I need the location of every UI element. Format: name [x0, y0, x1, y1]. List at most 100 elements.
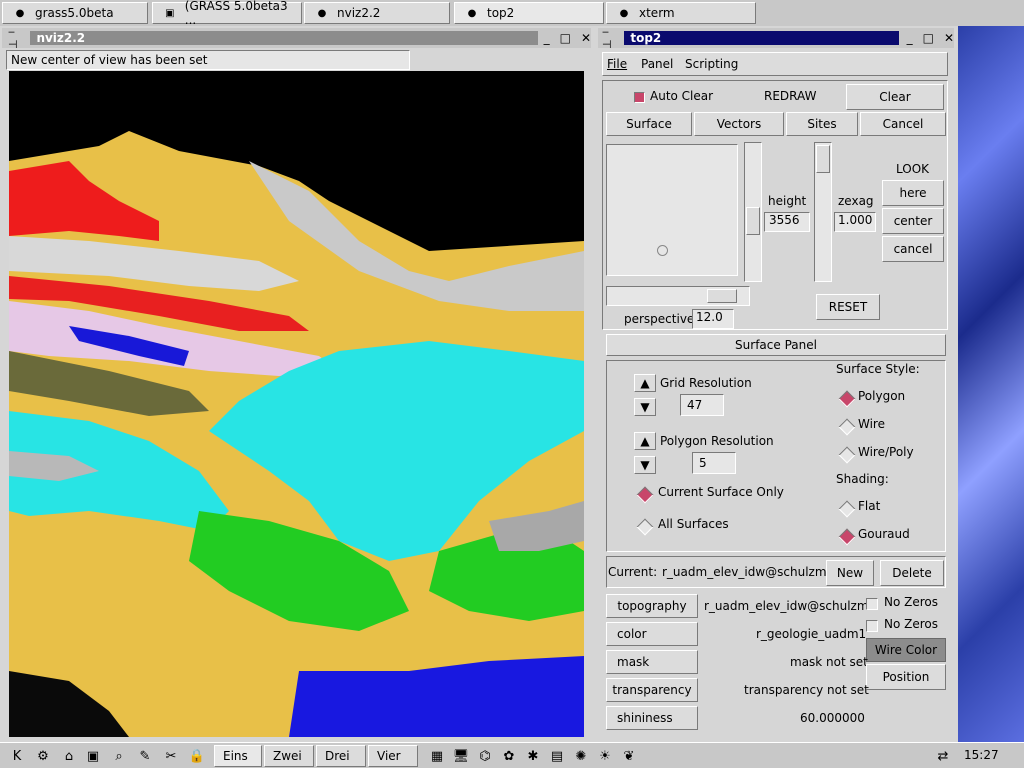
- height-slider[interactable]: [744, 142, 762, 282]
- mask-button[interactable]: mask: [606, 650, 698, 674]
- terminal-icon[interactable]: ▣: [84, 747, 102, 765]
- home-icon[interactable]: ⌂: [60, 747, 78, 765]
- zexag-field[interactable]: 1.000: [834, 212, 876, 232]
- settings-icon[interactable]: ⚙: [34, 747, 52, 765]
- terrain-viewport[interactable]: [9, 71, 584, 737]
- style-wire-label: Wire: [858, 417, 885, 431]
- tools-icon[interactable]: ✂: [162, 747, 180, 765]
- perspective-slider-thumb[interactable]: [707, 289, 737, 303]
- poly-res-value: 5: [699, 456, 707, 470]
- menu-scripting[interactable]: Scripting: [685, 57, 738, 71]
- color-button[interactable]: color: [606, 622, 698, 646]
- transparency-value: transparency not set: [744, 683, 869, 697]
- grid-res-up-button[interactable]: ▲: [634, 374, 656, 392]
- network-status-icon[interactable]: ⇄: [934, 747, 952, 765]
- vectors-button[interactable]: Vectors: [694, 112, 784, 136]
- topography-button[interactable]: topography: [606, 594, 698, 618]
- top2-titlebar[interactable]: ‒⊣ top2 _ □ ✕: [598, 25, 954, 51]
- no-zeros-checkbox-1[interactable]: [866, 598, 878, 610]
- height-slider-thumb[interactable]: [746, 207, 760, 235]
- surface-button[interactable]: Surface: [606, 112, 692, 136]
- lock-icon[interactable]: 🔒: [188, 747, 206, 765]
- search-icon[interactable]: ⌕: [110, 747, 128, 765]
- clear-button[interactable]: Clear: [846, 84, 944, 110]
- look-cancel-button[interactable]: cancel: [882, 236, 944, 262]
- bug-icon[interactable]: ✱: [524, 747, 542, 765]
- mask-value: mask not set: [790, 655, 868, 669]
- new-button[interactable]: New: [826, 560, 874, 586]
- position-button[interactable]: Position: [866, 664, 946, 690]
- minimize-icon[interactable]: _: [544, 31, 550, 45]
- surface-style-label: Surface Style:: [836, 362, 920, 376]
- grid-res-down-button[interactable]: ▼: [634, 398, 656, 416]
- task-tab-grass-terminal[interactable]: ▣ (GRASS 5.0beta3 ...: [152, 0, 302, 27]
- shininess-button[interactable]: shininess: [606, 706, 698, 730]
- auto-clear-checkbox[interactable]: [634, 92, 645, 103]
- nviz-titlebar[interactable]: ‒⊣ nviz2.2 _ □ ✕: [2, 25, 591, 51]
- menu-panel[interactable]: Panel: [641, 57, 673, 71]
- sites-button[interactable]: Sites: [786, 112, 858, 136]
- cancel-button[interactable]: Cancel: [860, 112, 946, 136]
- close-icon[interactable]: ✕: [944, 31, 954, 45]
- globe-icon[interactable]: ✿: [500, 747, 518, 765]
- shininess-value: 60.000000: [800, 711, 865, 725]
- poly-res-label: Polygon Resolution: [660, 434, 774, 448]
- arrow-up-icon: ▲: [640, 434, 650, 448]
- zexag-slider[interactable]: [814, 142, 832, 282]
- zexag-slider-thumb[interactable]: [816, 145, 830, 173]
- perspective-field[interactable]: 12.0: [692, 309, 734, 329]
- position-marker[interactable]: [657, 245, 668, 256]
- dot-icon: ●: [15, 7, 25, 19]
- perspective-slider[interactable]: [606, 286, 750, 306]
- zexag-label: zexag: [838, 194, 874, 208]
- task-tab-xterm[interactable]: ● xterm: [606, 2, 756, 24]
- editor-icon[interactable]: ✎: [136, 747, 154, 765]
- feather-icon[interactable]: ❦: [620, 747, 638, 765]
- style-wirepoly-label: Wire/Poly: [858, 445, 914, 459]
- top-taskbar: ● grass5.0beta ▣ (GRASS 5.0beta3 ... ● n…: [0, 0, 1024, 27]
- no-zeros-checkbox-2[interactable]: [866, 620, 878, 632]
- maximize-icon[interactable]: □: [923, 31, 934, 45]
- poly-res-up-button[interactable]: ▲: [634, 432, 656, 450]
- grid-res-field[interactable]: 47: [680, 394, 724, 416]
- clock: 15:27: [964, 748, 999, 762]
- monitor-icon[interactable]: ▦: [428, 747, 446, 765]
- network-icon[interactable]: ⌬: [476, 747, 494, 765]
- task-tab-top2[interactable]: ● top2: [454, 2, 604, 24]
- poly-res-down-button[interactable]: ▼: [634, 456, 656, 474]
- current-value[interactable]: r_uadm_elev_idw@schulzm: [662, 565, 827, 579]
- menu-icon[interactable]: ‒⊣: [602, 25, 618, 51]
- menu-file[interactable]: File: [607, 57, 627, 71]
- delete-button[interactable]: Delete: [880, 560, 944, 586]
- current-surface-label: Current Surface Only: [658, 485, 784, 499]
- chart-icon[interactable]: ▤: [548, 747, 566, 765]
- desktop-eins[interactable]: Eins: [214, 745, 262, 767]
- reset-button[interactable]: RESET: [816, 294, 880, 320]
- desktop-drei[interactable]: Drei: [316, 745, 366, 767]
- sun-icon[interactable]: ☀: [596, 747, 614, 765]
- height-value: 3556: [769, 213, 800, 227]
- perspective-value: 12.0: [696, 310, 723, 324]
- poly-res-field[interactable]: 5: [692, 452, 736, 474]
- task-tab-nviz[interactable]: ● nviz2.2: [304, 2, 450, 24]
- menu-icon[interactable]: ‒⊣: [8, 25, 24, 51]
- dot-icon: ●: [619, 7, 629, 19]
- kde-menu-icon[interactable]: K: [8, 747, 26, 765]
- task-tab-grass[interactable]: ● grass5.0beta: [2, 2, 148, 24]
- terminal-icon: ▣: [165, 7, 175, 19]
- look-center-button[interactable]: center: [882, 208, 944, 234]
- transparency-button[interactable]: transparency: [606, 678, 698, 702]
- height-field[interactable]: 3556: [764, 212, 810, 232]
- wire-color-button[interactable]: Wire Color: [866, 638, 946, 662]
- look-here-button[interactable]: here: [882, 180, 944, 206]
- desktop-zwei[interactable]: Zwei: [264, 745, 314, 767]
- desktop-vier[interactable]: Vier: [368, 745, 418, 767]
- minimize-icon[interactable]: _: [907, 31, 913, 45]
- close-icon[interactable]: ✕: [581, 31, 591, 45]
- gear-icon[interactable]: ✺: [572, 747, 590, 765]
- shading-label: Shading:: [836, 472, 889, 486]
- maximize-icon[interactable]: □: [560, 31, 571, 45]
- no-zeros-label-1: No Zeros: [884, 595, 938, 609]
- position-pad[interactable]: [606, 144, 738, 276]
- display-icon[interactable]: 🖥: [452, 747, 470, 765]
